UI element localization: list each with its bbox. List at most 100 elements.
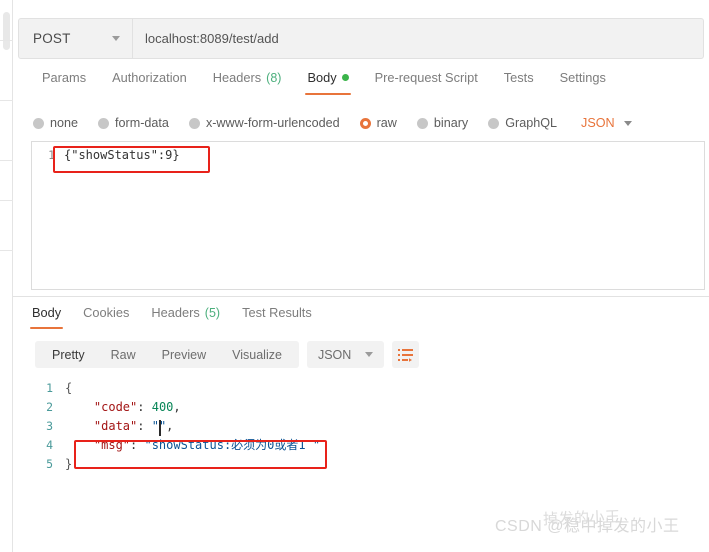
- tab-label: Body: [307, 70, 337, 85]
- view-raw-button[interactable]: Raw: [98, 341, 149, 368]
- tab-tests[interactable]: Tests: [491, 70, 547, 95]
- response-tab-headers[interactable]: Headers (5): [140, 305, 231, 329]
- response-tab-test-results[interactable]: Test Results: [231, 305, 323, 329]
- watermark-overlay-text: 掉发的小王: [542, 508, 621, 529]
- code-line: 5 }: [35, 455, 695, 474]
- line-number: 4: [46, 438, 53, 452]
- tab-label: Body: [32, 305, 62, 320]
- response-body-viewer[interactable]: 1 { 2 "code": 400, 3 "data": "", 4 "msg"…: [35, 379, 695, 474]
- request-body-editor[interactable]: 1 {"showStatus":9}: [31, 141, 705, 290]
- tab-label: Headers: [212, 70, 262, 85]
- button-label: Visualize: [232, 347, 282, 362]
- tab-headers[interactable]: Headers (8): [200, 70, 295, 95]
- request-body-text: {"showStatus":9}: [64, 148, 180, 162]
- body-type-radio-group: none form-data x-www-form-urlencoded raw…: [13, 108, 709, 138]
- tab-label: Settings: [559, 70, 606, 85]
- radio-icon: [33, 117, 44, 129]
- json-trailing: ,: [173, 400, 181, 414]
- response-tab-body[interactable]: Body: [21, 305, 72, 329]
- tab-count-badge: (5): [204, 305, 221, 320]
- tab-label: Test Results: [242, 305, 312, 320]
- request-pane: POST localhost:8089/test/add Params Auth…: [13, 0, 709, 296]
- code-text: "data": "",: [65, 417, 174, 436]
- tab-params[interactable]: Params: [29, 70, 99, 95]
- body-type-binary[interactable]: binary: [416, 116, 469, 130]
- json-key: "data": [93, 419, 138, 433]
- code-text: }: [65, 457, 73, 471]
- sidebar-divider: [0, 250, 13, 251]
- json-separator: :: [130, 438, 145, 452]
- json-key: "code": [93, 400, 138, 414]
- postman-window: POST localhost:8089/test/add Params Auth…: [0, 0, 709, 552]
- code-line: 3 "data": "",: [35, 417, 695, 436]
- request-format-label: JSON: [581, 116, 615, 130]
- tab-pre-request-script[interactable]: Pre-request Script: [362, 70, 491, 95]
- tab-label: Tests: [503, 70, 534, 85]
- http-method-selector[interactable]: POST: [19, 19, 133, 58]
- json-key: "msg": [93, 438, 131, 452]
- tab-settings[interactable]: Settings: [547, 70, 619, 95]
- chevron-down-icon: [623, 120, 632, 126]
- button-label: Pretty: [52, 347, 85, 362]
- line-number: 1: [46, 381, 53, 395]
- text-caret: [159, 420, 161, 436]
- button-label: Raw: [110, 347, 136, 362]
- line-number: 3: [46, 419, 53, 433]
- json-separator: :: [137, 419, 152, 433]
- chevron-down-icon: [365, 352, 374, 357]
- line-number: 2: [46, 400, 53, 414]
- chevron-down-icon: [112, 36, 120, 41]
- sidebar-strip: [0, 0, 13, 552]
- radio-icon: [416, 117, 428, 129]
- body-type-raw[interactable]: raw: [359, 116, 397, 130]
- tab-label: Params: [42, 70, 87, 85]
- json-value: "showStatus:必须为0或者1 ": [144, 438, 321, 452]
- sidebar-divider: [0, 100, 13, 101]
- request-tab-bar: Params Authorization Headers (8) Body Pr…: [13, 70, 709, 104]
- body-present-dot-icon: [341, 74, 349, 81]
- button-label: Preview: [161, 347, 207, 362]
- tab-authorization[interactable]: Authorization: [99, 70, 200, 95]
- url-input[interactable]: localhost:8089/test/add: [133, 19, 703, 58]
- radio-icon: [98, 117, 110, 129]
- sidebar-scrollbar[interactable]: [3, 12, 10, 50]
- code-text: "msg": "showStatus:必须为0或者1 ": [65, 436, 320, 455]
- line-number: 1: [48, 148, 55, 162]
- response-view-switcher: Pretty Raw Preview Visualize: [35, 341, 299, 368]
- word-wrap-icon[interactable]: [392, 341, 420, 368]
- radio-label: x-www-form-urlencoded: [205, 116, 340, 130]
- radio-label: binary: [433, 116, 469, 130]
- body-type-graphql[interactable]: GraphQL: [488, 116, 557, 130]
- code-line: 4 "msg": "showStatus:必须为0或者1 ": [35, 436, 695, 455]
- json-separator: :: [137, 400, 152, 414]
- view-pretty-button[interactable]: Pretty: [39, 341, 98, 368]
- view-visualize-button[interactable]: Visualize: [219, 341, 295, 368]
- tab-label: Pre-request Script: [374, 70, 478, 85]
- csdn-watermark: CSDN @稳中掉发的小王 掉发的小王: [495, 509, 680, 536]
- radio-label: form-data: [115, 116, 169, 130]
- code-line: 2 "code": 400,: [35, 398, 695, 417]
- radio-icon: [488, 117, 500, 129]
- response-tab-cookies[interactable]: Cookies: [72, 305, 140, 329]
- line-number: 5: [46, 457, 53, 471]
- request-format-selector[interactable]: JSON: [581, 116, 632, 130]
- response-format-label: JSON: [317, 347, 352, 362]
- body-type-x-www-form-urlencoded[interactable]: x-www-form-urlencoded: [188, 116, 340, 130]
- radio-icon-selected: [359, 117, 371, 129]
- tab-body[interactable]: Body: [294, 70, 361, 95]
- response-format-selector[interactable]: JSON: [306, 341, 385, 368]
- body-type-form-data[interactable]: form-data: [98, 116, 169, 130]
- url-bar: POST localhost:8089/test/add: [18, 18, 704, 59]
- radio-label: GraphQL: [505, 116, 558, 130]
- sidebar-divider: [0, 160, 13, 161]
- code-line: 1 {: [35, 379, 695, 398]
- radio-icon: [188, 117, 200, 129]
- tab-label: Headers: [151, 305, 200, 320]
- code-text: {: [65, 381, 73, 395]
- body-type-none[interactable]: none: [33, 116, 78, 130]
- radio-label: raw: [376, 116, 397, 130]
- sidebar-divider: [0, 40, 13, 41]
- view-preview-button[interactable]: Preview: [149, 341, 219, 368]
- tab-label: Authorization: [112, 70, 187, 85]
- json-trailing: ,: [166, 419, 174, 433]
